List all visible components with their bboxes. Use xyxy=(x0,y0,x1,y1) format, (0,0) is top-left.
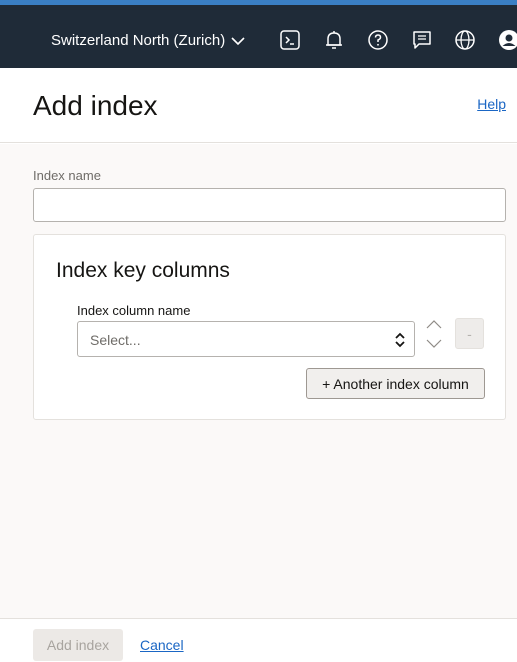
bell-icon[interactable] xyxy=(322,28,346,52)
select-placeholder: Select... xyxy=(90,332,141,348)
help-circle-icon[interactable] xyxy=(366,28,390,52)
panel-body: Index name Index key columns Index colum… xyxy=(0,144,517,618)
page-title: Add index xyxy=(33,90,158,121)
panel-footer: Add index Cancel xyxy=(0,618,517,662)
move-down-icon[interactable] xyxy=(425,337,443,351)
globe-icon[interactable] xyxy=(453,28,477,52)
feedback-icon[interactable] xyxy=(410,28,434,52)
move-up-icon[interactable] xyxy=(425,317,443,331)
cancel-link[interactable]: Cancel xyxy=(140,637,184,653)
help-link[interactable]: Help xyxy=(477,96,506,112)
select-caret-icon xyxy=(394,332,406,348)
index-key-columns-card: Index key columns Index column name Sele… xyxy=(33,234,506,420)
top-navigation-bar: Switzerland North (Zurich) xyxy=(0,0,517,68)
index-column-select[interactable]: Select... xyxy=(77,321,415,357)
cloud-shell-icon[interactable] xyxy=(278,28,302,52)
index-name-input[interactable] xyxy=(33,188,506,222)
index-column-name-label: Index column name xyxy=(77,303,191,318)
user-profile-icon[interactable] xyxy=(497,28,517,52)
region-label: Switzerland North (Zurich) xyxy=(51,32,226,49)
remove-column-button[interactable]: - xyxy=(455,318,484,349)
region-selector[interactable]: Switzerland North (Zurich) xyxy=(51,32,245,49)
add-index-submit-button[interactable]: Add index xyxy=(33,629,123,661)
panel-header: Add index Help xyxy=(0,68,517,143)
index-key-columns-title: Index key columns xyxy=(56,259,230,282)
add-index-column-button[interactable]: + Another index column xyxy=(306,368,485,399)
chevron-down-icon xyxy=(231,36,245,45)
index-name-label: Index name xyxy=(33,168,101,183)
